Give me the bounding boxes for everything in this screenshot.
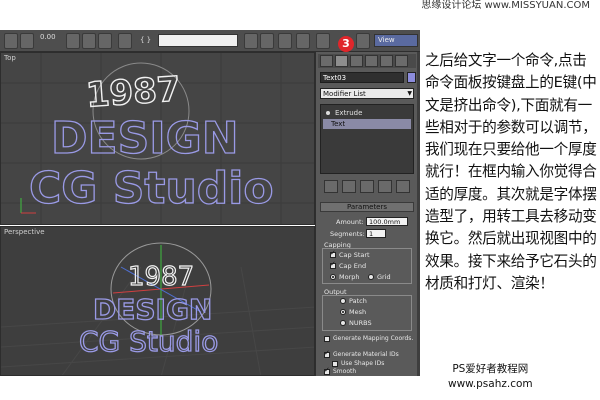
select-link-icon[interactable] xyxy=(66,33,80,49)
use-shape-ids-checkbox[interactable] xyxy=(332,361,338,367)
nurbs-radio[interactable] xyxy=(340,320,346,326)
cap-end-checkbox[interactable] xyxy=(330,260,336,269)
zoom-value: 0.00 xyxy=(40,33,56,41)
watermark-bottom-line2: www.psahz.com xyxy=(448,378,533,390)
persp-text-cgstudio: CG Studio xyxy=(79,325,218,358)
selection-filter-bracket: { } xyxy=(140,36,152,44)
mesh-label: Mesh xyxy=(349,308,367,316)
persp-text-1987: 1987 xyxy=(128,262,194,292)
show-end-result-icon[interactable] xyxy=(342,180,356,193)
layer-manager-icon[interactable] xyxy=(278,33,292,49)
smooth-label: Smooth xyxy=(333,368,357,375)
cap-end-label: Cap End xyxy=(339,262,367,270)
mesh-radio[interactable] xyxy=(340,309,346,315)
watermark-bottom-line1: PS爱好者教程网 xyxy=(452,363,529,375)
top-text-design: DESIGN xyxy=(51,113,239,164)
generate-mapping-label: Generate Mapping Coords. xyxy=(333,335,414,342)
step-badge: 3 xyxy=(338,36,354,52)
motion-tab-icon[interactable] xyxy=(365,55,378,67)
screenshot-canvas: 思缘设计论坛 www.MISSYUAN.COM 0.00 { } View 3 … xyxy=(0,0,600,400)
stack-tools xyxy=(320,180,414,194)
utilities-tab-icon[interactable] xyxy=(395,55,408,67)
segments-label: Segments: xyxy=(330,230,365,238)
nurbs-label: NURBS xyxy=(349,319,372,327)
perspective-viewport[interactable]: Perspective 1987 DESIGN CG Studio xyxy=(0,226,315,376)
perspective-text-wireframe: 1987 DESIGN CG Studio xyxy=(78,261,219,358)
morph-radio[interactable] xyxy=(330,274,336,280)
unlink-icon[interactable] xyxy=(82,33,96,49)
configure-sets-icon[interactable] xyxy=(396,180,410,193)
grid-label: Grid xyxy=(377,273,391,281)
cap-start-checkbox[interactable] xyxy=(330,249,336,258)
mirror-icon[interactable] xyxy=(244,33,258,49)
persp-text-design: DESIGN xyxy=(93,293,212,326)
smooth-checkbox[interactable] xyxy=(324,366,330,375)
patch-label: Patch xyxy=(349,297,367,305)
top-text-wireframe: 1987 DESIGN CG Studio xyxy=(28,69,274,215)
patch-radio[interactable] xyxy=(340,298,346,304)
chevron-down-icon: ▼ xyxy=(407,90,412,97)
segments-spinner[interactable]: 1 xyxy=(366,229,386,238)
create-tab-icon[interactable] xyxy=(320,55,333,67)
parameters-rollout-header[interactable]: Parameters xyxy=(320,202,414,212)
top-text-cgstudio: CG Studio xyxy=(29,163,274,214)
generate-material-ids-label: Generate Material IDs xyxy=(333,351,399,358)
modifier-stack: Extrude Text xyxy=(320,104,414,174)
command-panel: Text03 Modifier List ▼ Extrude Text Para… xyxy=(315,52,417,376)
select-object-icon[interactable] xyxy=(118,33,132,49)
curve-editor-icon[interactable] xyxy=(296,33,310,49)
undo-icon[interactable] xyxy=(4,33,18,49)
perspective-viewport-scene: 1987 DESIGN CG Studio xyxy=(1,242,314,375)
stack-item-extrude[interactable]: Extrude xyxy=(323,108,411,118)
bind-space-warp-icon[interactable] xyxy=(98,33,112,49)
align-icon[interactable] xyxy=(260,33,274,49)
object-color-swatch[interactable] xyxy=(407,72,416,83)
grid-radio[interactable] xyxy=(368,274,374,280)
stack-item-label: Extrude xyxy=(335,109,363,117)
use-shape-ids-label: Use Shape IDs xyxy=(341,360,385,367)
amount-label: Amount: xyxy=(336,218,364,226)
make-unique-icon[interactable] xyxy=(360,180,374,193)
hierarchy-tab-icon[interactable] xyxy=(350,55,363,67)
main-toolbar: 0.00 { } View xyxy=(0,30,420,52)
watermark-top: 思缘设计论坛 www.MISSYUAN.COM xyxy=(421,0,590,11)
pin-stack-icon[interactable] xyxy=(324,180,338,193)
top-text-1987: 1987 xyxy=(85,69,182,116)
top-viewport[interactable]: Top 1987 DESIGN CG Studio xyxy=(0,52,315,225)
cap-start-label: Cap Start xyxy=(339,251,370,259)
view-dropdown[interactable]: View xyxy=(374,34,418,47)
modifier-list-dropdown[interactable]: Modifier List ▼ xyxy=(320,88,414,99)
material-editor-icon[interactable] xyxy=(316,33,330,49)
redo-icon[interactable] xyxy=(20,33,34,49)
generate-material-ids-checkbox[interactable] xyxy=(324,349,330,358)
command-panel-scrollbar[interactable] xyxy=(417,52,420,376)
morph-label: Morph xyxy=(339,273,360,281)
command-panel-tabs xyxy=(318,54,416,68)
modify-tab-icon[interactable] xyxy=(335,55,348,67)
display-tab-icon[interactable] xyxy=(380,55,393,67)
generate-mapping-checkbox[interactable] xyxy=(324,336,330,342)
bulb-icon[interactable] xyxy=(326,111,330,115)
top-viewport-scene: 1987 DESIGN CG Studio xyxy=(1,53,314,224)
amount-spinner[interactable]: 100.0mm xyxy=(366,217,408,226)
stack-item-text[interactable]: Text xyxy=(323,119,411,129)
status-strip xyxy=(0,376,420,400)
stack-item-label: Text xyxy=(331,120,346,128)
remove-modifier-icon[interactable] xyxy=(378,180,392,193)
render-setup-icon[interactable] xyxy=(356,33,370,49)
named-selection-dropdown[interactable] xyxy=(158,34,238,47)
watermark-bottom: PS爱好者教程网 www.psahz.com xyxy=(448,362,533,392)
object-name-field[interactable]: Text03 xyxy=(320,72,404,83)
modifier-list-label: Modifier List xyxy=(323,90,366,98)
tutorial-note: 之后给文字一个命令,点击命令面板按键盘上的E键(中文是挤出命令),下面就有一些相… xyxy=(425,52,597,292)
top-strip: 思缘设计论坛 www.MISSYUAN.COM xyxy=(0,0,600,12)
